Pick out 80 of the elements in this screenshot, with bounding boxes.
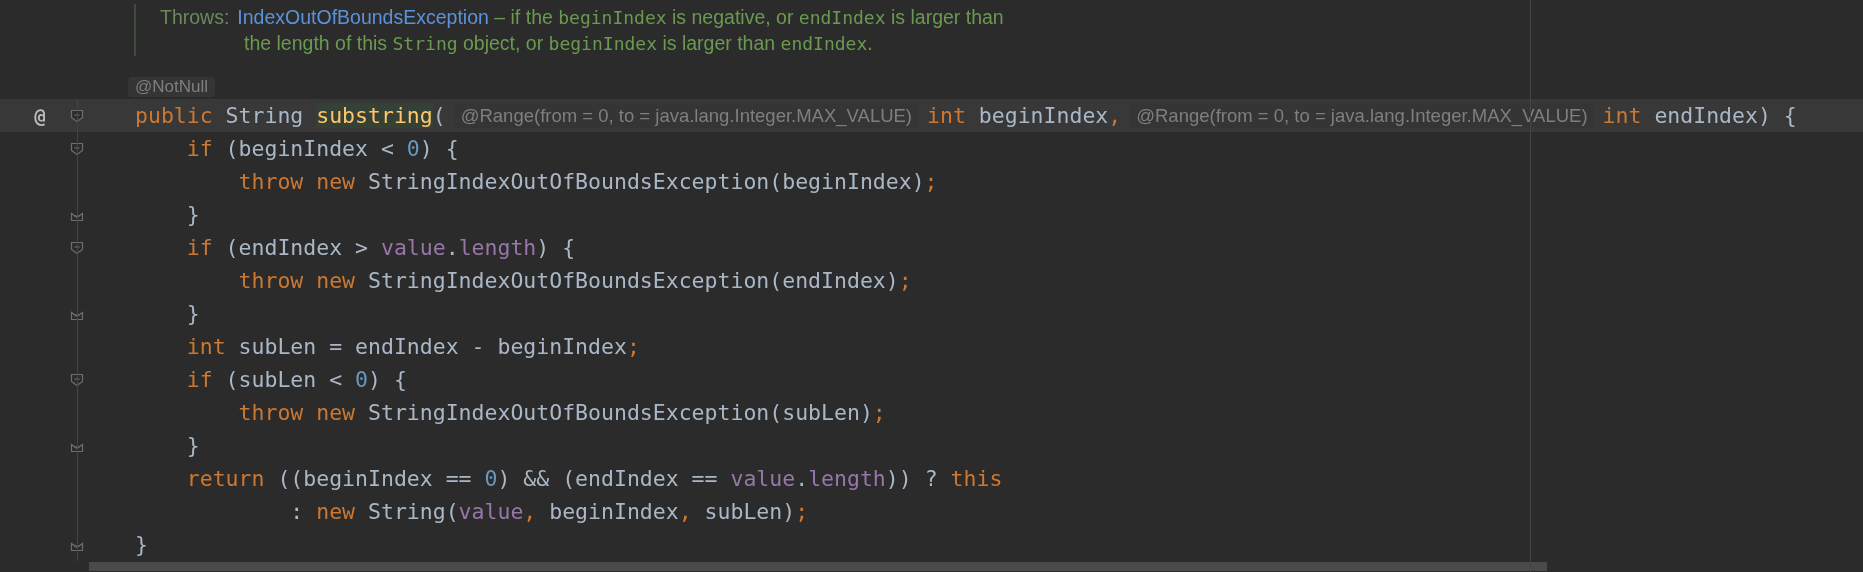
field-name: value xyxy=(730,466,796,491)
inlay-hint: @Range(from = 0, to = java.lang.Integer.MAX_VALUE) xyxy=(1129,103,1595,128)
punctuation: , xyxy=(1108,103,1122,128)
field-name: length xyxy=(458,235,537,260)
keyword: return xyxy=(185,466,266,491)
keyword: int xyxy=(927,103,967,128)
code-text: StringIndexOutOfBoundsException(beginIndex) xyxy=(368,169,925,194)
fold-start-icon[interactable] xyxy=(70,108,84,123)
doc-code: String xyxy=(392,32,458,54)
punctuation: ; xyxy=(924,169,938,194)
code-text: ( xyxy=(432,103,446,128)
field-name: length xyxy=(808,466,886,491)
punctuation: ; xyxy=(795,499,809,524)
code-text: ) { xyxy=(536,235,576,260)
keyword: int xyxy=(1602,103,1643,128)
code-text: : xyxy=(289,499,305,524)
code-text: } xyxy=(185,433,200,458)
number-literal: 0 xyxy=(484,466,498,491)
doc-code: endIndex xyxy=(798,6,886,28)
doc-label: Throws: xyxy=(160,5,230,29)
code-text: subLen) xyxy=(704,499,796,524)
doc-text: is negative, or xyxy=(671,5,795,29)
exception-link[interactable]: IndexOutOfBoundsException xyxy=(237,5,489,29)
code-text: } xyxy=(185,301,200,326)
doc-text: the length of this xyxy=(244,31,389,55)
code-text: ) { xyxy=(419,136,459,161)
inlay-hint: @Range(from = 0, to = java.lang.Integer.MAX_VALUE) xyxy=(453,103,920,128)
keyword: new xyxy=(316,499,357,524)
doc-code: beginIndex xyxy=(548,32,657,54)
method-name: substring xyxy=(316,103,433,128)
doc-text: – if the xyxy=(493,5,554,29)
code-text: String( xyxy=(368,499,459,524)
override-marker[interactable]: @ xyxy=(34,104,46,127)
doc-text: is larger than xyxy=(889,5,1004,29)
code-text: beginIndex xyxy=(549,499,679,524)
code-text: (subLen < xyxy=(225,367,344,392)
inlay-hint: @NotNull xyxy=(128,76,215,97)
code-text: endIndex) { xyxy=(1654,103,1797,128)
code-text: String xyxy=(225,103,305,128)
code-text: (endIndex > xyxy=(225,235,369,260)
code-text: beginIndex xyxy=(978,103,1109,128)
code-text: . xyxy=(445,235,459,260)
punctuation: , xyxy=(523,499,538,524)
keyword: this xyxy=(950,466,1003,491)
fold-start-icon[interactable] xyxy=(70,372,84,387)
punctuation: ; xyxy=(872,400,886,425)
number-literal: 0 xyxy=(355,367,368,392)
field-name: value xyxy=(458,499,524,524)
code-text: } xyxy=(135,532,148,557)
code-text: . xyxy=(795,466,809,491)
doc-text: object, or xyxy=(461,31,545,55)
doc-text: is larger than xyxy=(661,31,777,55)
keyword: if xyxy=(185,235,214,260)
code-text: } xyxy=(185,202,200,227)
code-text: (beginIndex < xyxy=(225,136,395,161)
code-text: )) ? xyxy=(885,466,939,491)
number-literal: 0 xyxy=(406,136,420,161)
keyword: throw new xyxy=(237,169,357,194)
doc-code: endIndex xyxy=(780,32,868,54)
code-text: ) { xyxy=(368,367,407,392)
keyword: throw new xyxy=(237,268,357,293)
code-text: StringIndexOutOfBoundsException(endIndex) xyxy=(368,268,899,293)
code-text: ((beginIndex == xyxy=(277,466,473,491)
field-name: value xyxy=(380,235,446,260)
punctuation: , xyxy=(678,499,693,524)
keyword: throw new xyxy=(237,400,357,425)
keyword: if xyxy=(185,136,214,161)
code-text: subLen = endIndex - beginIndex xyxy=(238,334,627,359)
punctuation: ; xyxy=(898,268,912,293)
keyword: public xyxy=(135,103,214,128)
code-text: StringIndexOutOfBoundsException(subLen) xyxy=(368,400,873,425)
scrollbar[interactable] xyxy=(89,562,1547,571)
doc-code: beginIndex xyxy=(558,6,667,28)
keyword: if xyxy=(185,367,214,392)
fold-start-icon[interactable] xyxy=(70,240,84,255)
doc-text: . xyxy=(867,31,873,55)
keyword: int xyxy=(185,334,227,359)
fold-start-icon[interactable] xyxy=(70,141,84,156)
punctuation: ; xyxy=(626,334,640,359)
code-text: ) && (endIndex == xyxy=(497,466,719,491)
